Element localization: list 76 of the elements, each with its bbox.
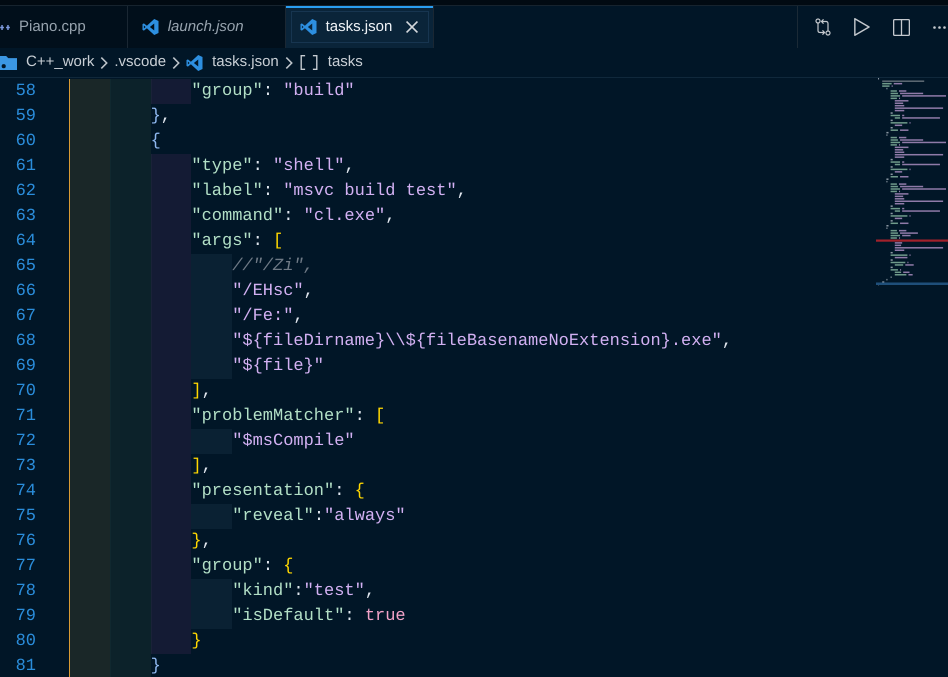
line-number: 65 xyxy=(16,257,36,276)
line-number: 71 xyxy=(16,407,36,426)
file-type-icon xyxy=(142,19,159,35)
code-line: "presentation": { xyxy=(191,481,365,503)
line-number: 75 xyxy=(16,507,36,526)
close-icon[interactable] xyxy=(406,21,418,33)
code-line: //"/Zi", xyxy=(232,256,314,278)
more-actions-icon[interactable] xyxy=(933,26,946,28)
code-line: "isDefault": true xyxy=(232,606,406,628)
code-line: }, xyxy=(191,531,212,553)
code-line: ], xyxy=(191,456,212,478)
code-line: "$msCompile" xyxy=(232,431,355,453)
editor-tab[interactable]: Piano.cpp xyxy=(0,6,128,48)
line-number: 77 xyxy=(16,557,36,576)
code-line: }, xyxy=(150,106,171,128)
line-number: 61 xyxy=(16,157,36,176)
line-number: 74 xyxy=(16,482,36,501)
split-editor-icon[interactable] xyxy=(893,18,910,36)
breadcrumb-item[interactable]: .vscode xyxy=(114,51,166,74)
code-line: { xyxy=(150,131,161,153)
line-number: 68 xyxy=(16,332,36,351)
indent-guide xyxy=(69,79,110,104)
line-number: 64 xyxy=(16,232,36,251)
breadcrumb-item[interactable]: C++_work xyxy=(0,51,94,74)
line-number: 69 xyxy=(16,357,36,376)
code-line: "reveal":"always" xyxy=(232,506,406,528)
code-line: "command": "cl.exe", xyxy=(191,206,396,228)
line-number: 76 xyxy=(16,532,36,551)
breadcrumb-item[interactable]: tasks xyxy=(298,51,363,74)
code-line: "type": "shell", xyxy=(191,156,355,178)
breadcrumb-item[interactable]: tasks.json xyxy=(186,51,279,74)
chevron-right-icon xyxy=(172,56,180,68)
code-line: "group": { xyxy=(191,556,294,578)
code-line: "${fileDirname}\\${fileBasenameNoExtension}.exe", xyxy=(232,331,732,353)
indent-guide xyxy=(150,629,192,654)
line-number: 59 xyxy=(16,107,36,126)
folder-icon xyxy=(0,56,17,70)
code-line: "kind":"test", xyxy=(232,581,376,603)
line-number: 63 xyxy=(16,207,36,226)
code-line: "label": "msvc build test", xyxy=(191,181,467,203)
code-line: ], xyxy=(191,381,212,403)
indent-guide xyxy=(110,654,151,677)
line-number: 81 xyxy=(16,657,36,676)
file-type-icon xyxy=(186,54,204,70)
plus-signs-icon xyxy=(0,24,10,30)
code-line: "/EHsc", xyxy=(232,281,314,303)
line-number: 67 xyxy=(16,307,36,326)
chevron-right-icon xyxy=(100,56,108,68)
editor-tab[interactable]: tasks.json xyxy=(286,6,434,48)
line-number: 58 xyxy=(16,82,36,101)
line-number: 70 xyxy=(16,382,36,401)
code-line: "problemMatcher": [ xyxy=(191,406,386,428)
indent-guide xyxy=(69,654,110,677)
line-number: 62 xyxy=(16,182,36,201)
minimap-error-marker xyxy=(876,240,948,242)
brackets-icon xyxy=(298,55,319,70)
minimap-position-marker xyxy=(876,282,948,285)
chevron-right-icon xyxy=(284,56,293,68)
code-line: } xyxy=(191,631,202,653)
line-number: 66 xyxy=(16,282,36,301)
line-number: 72 xyxy=(16,432,36,451)
code-line: "${file}" xyxy=(232,356,324,378)
line-number: 78 xyxy=(16,582,36,601)
editor-tab[interactable]: launch.json xyxy=(128,6,286,48)
code-line: "/Fe:", xyxy=(232,306,304,328)
git-compare-icon[interactable] xyxy=(815,18,831,36)
run-icon[interactable] xyxy=(854,18,870,36)
line-number: 73 xyxy=(16,457,36,476)
line-number: 79 xyxy=(16,607,36,626)
file-type-icon xyxy=(300,19,317,35)
indent-guide xyxy=(150,154,192,179)
code-line: } xyxy=(150,656,161,677)
code-line: "group": "build" xyxy=(191,81,355,103)
code-line: "args": [ xyxy=(191,231,284,253)
line-number: 60 xyxy=(16,132,36,151)
line-number: 80 xyxy=(16,632,36,651)
